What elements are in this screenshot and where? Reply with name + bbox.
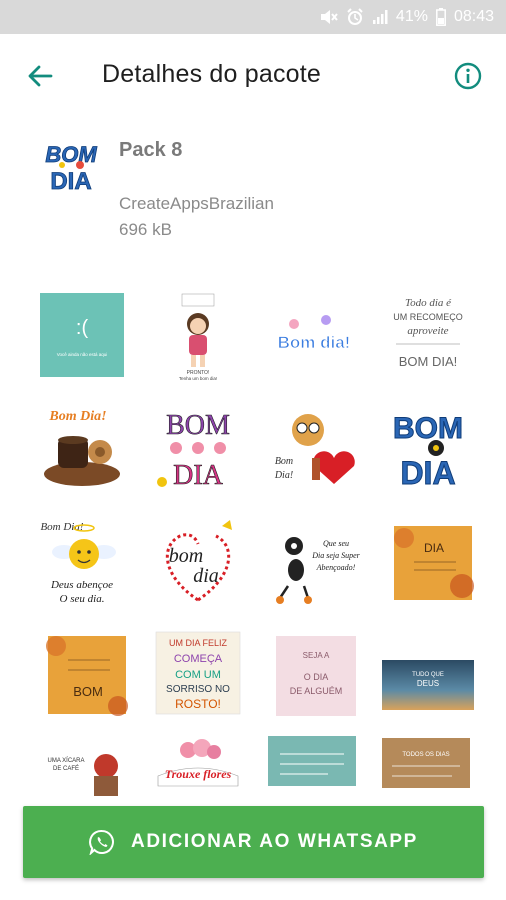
sticker-text: DE CAFÉ (53, 765, 79, 772)
sticker-bom-dia-flowers[interactable]: BOM DIA (152, 402, 244, 494)
pack-icon-text-1: BOM (45, 142, 97, 167)
sticker-trouxe-flores[interactable]: Trouxe flores (152, 736, 244, 800)
sticker-bom-dia-heart[interactable]: bom dia (152, 516, 244, 608)
sticker-autumn-dia[interactable]: DIA (382, 516, 474, 608)
whatsapp-icon (89, 829, 114, 855)
sticker-text: O DIA (304, 672, 329, 682)
sticker-um-dia-feliz[interactable]: UM DIA FELIZ COMEÇA COM UM SORRISO NO RO… (152, 630, 244, 722)
sticker-text: UM RECOMEÇO (393, 312, 463, 322)
sticker-text: BOM (393, 412, 463, 445)
sticker-text: O seu dia. (60, 593, 105, 605)
sticker-text: Que seu (323, 539, 349, 548)
sticker-text: DIA (400, 455, 455, 491)
sticker-bom-dia-coffee[interactable]: Bom Dia! (36, 402, 128, 494)
page-title: Detalhes do pacote (102, 60, 322, 88)
sticker-text: TUDO QUE (412, 672, 444, 678)
alarm-icon (347, 8, 363, 25)
sticker-teal-quote[interactable] (268, 736, 360, 800)
sticker-text: Bom dia! (278, 333, 351, 352)
sticker-text: bom (169, 545, 203, 567)
sticker-text: DIA (424, 541, 444, 555)
sticker-sunset[interactable]: TUDO QUE DEUS (382, 630, 474, 722)
sticker-text: BOM (73, 684, 103, 699)
sticker-text: Deus abençoe (50, 579, 113, 591)
sticker-text: COMEÇA (174, 653, 223, 665)
add-to-whatsapp-button[interactable]: ADICIONAR AO WHATSAPP (23, 806, 484, 878)
sticker-text: COM UM (175, 669, 221, 681)
sticker-coffee-quote[interactable]: UMA XÍCARA DE CAFÉ (36, 736, 128, 800)
pack-icon-text-2: DIA (50, 168, 91, 195)
sticker-todo-dia[interactable]: Todo dia é UM RECOMEÇO aproveite BOM DIA… (382, 290, 474, 382)
back-button[interactable] (20, 56, 60, 96)
pack-author: CreateAppsBrazilian (119, 194, 274, 213)
sticker-text: DIA (173, 460, 224, 491)
sticker-text: SORRISO NO (166, 684, 230, 695)
sticker-text: ROSTO! (175, 697, 221, 711)
sticker-ant-abencoado[interactable]: Que seu Dia seja Super Abençoado! (268, 516, 360, 608)
sticker-text: Todo dia é (405, 297, 452, 309)
arrow-back-icon (28, 65, 53, 87)
pack-size: 696 kB (119, 220, 172, 239)
sticker-text: :( (76, 317, 89, 339)
sticker-grid: :( Você ainda não está aqui PRONTO! Tenh… (0, 280, 506, 800)
sticker-wood-quote[interactable]: TODOS OS DIAS (382, 736, 474, 800)
add-button-label: ADICIONAR AO WHATSAPP (131, 831, 418, 852)
sticker-text: SEJA A (303, 651, 330, 660)
pack-header: BOM DIA Pack 8 CreateAppsBrazilian 696 k… (0, 116, 506, 276)
sticker-text: UM DIA FELIZ (169, 638, 228, 648)
sticker-text: Tenha um bom dia! (179, 376, 217, 381)
sticker-angel-emoji[interactable]: Bom Dia! Deus abençoe O seu dia. (36, 516, 128, 608)
sticker-bom-dia-paws[interactable]: Bom dia! (268, 290, 360, 382)
sticker-text: DE ALGUÉM (290, 686, 343, 696)
sticker-text: Bom (275, 456, 293, 467)
sticker-girl-pronto[interactable]: PRONTO! Tenha um bom dia! (152, 290, 244, 382)
status-icons: 41% 08:43 (320, 0, 494, 34)
pack-tray-icon: BOM DIA (45, 142, 98, 196)
sticker-text: TODOS OS DIAS (402, 752, 449, 758)
sticker-autumn-bom[interactable]: BOM (36, 630, 128, 722)
sticker-sad-face[interactable]: :( Você ainda não está aqui (36, 290, 128, 382)
sticker-bom-dia-ant[interactable]: BOM DIA (382, 402, 474, 494)
sticker-text: DEUS (417, 679, 439, 688)
sticker-text: Dia! (274, 470, 293, 481)
signal-icon (372, 10, 388, 24)
sticker-text: Abençoado! (316, 563, 356, 572)
battery-percent: 41% (395, 8, 428, 25)
battery-icon (436, 8, 446, 26)
sticker-bom-dia-dog[interactable]: Bom Dia! (268, 402, 360, 494)
sticker-pink-quote[interactable]: SEJA A O DIA DE ALGUÉM (268, 630, 360, 722)
info-icon (454, 62, 482, 90)
sticker-text: Você ainda não está aqui (57, 352, 108, 357)
sticker-text: Bom Dia! (48, 409, 106, 424)
sticker-text: UMA XÍCARA (47, 757, 84, 764)
status-time: 08:43 (453, 8, 494, 25)
info-button[interactable] (448, 56, 488, 96)
sticker-text: Dia seja Super (311, 551, 360, 560)
sticker-text: dia (193, 565, 219, 587)
status-bar: 41% 08:43 (0, 0, 506, 34)
sticker-text: BOM (166, 410, 230, 441)
sticker-text: aproveite (407, 325, 448, 337)
sticker-text: BOM DIA! (399, 354, 458, 369)
sticker-text: Trouxe flores (165, 767, 232, 781)
pack-name: Pack 8 (119, 139, 183, 161)
app-bar: Detalhes do pacote (0, 34, 506, 116)
mute-icon (320, 10, 338, 24)
